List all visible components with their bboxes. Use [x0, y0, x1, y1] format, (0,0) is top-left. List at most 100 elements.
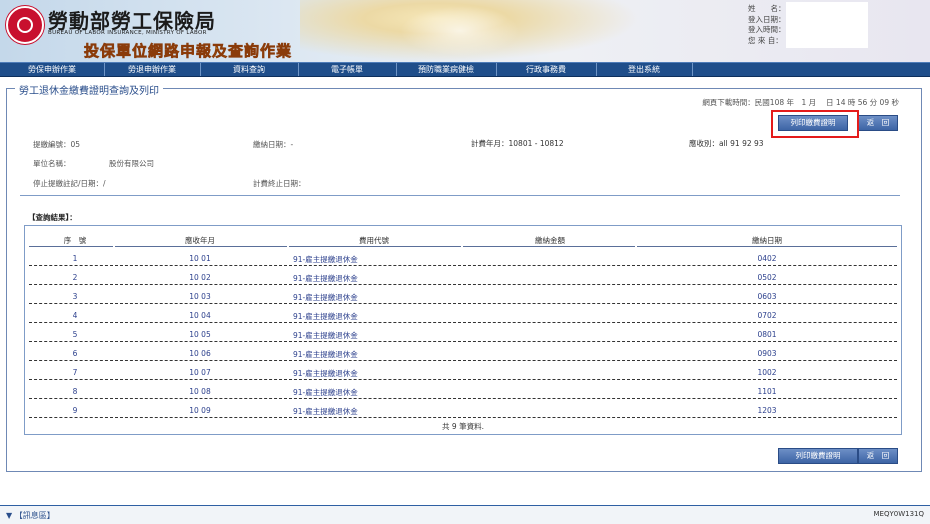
- nav-logout[interactable]: 登出系統: [596, 63, 693, 76]
- row-divider: [637, 284, 897, 285]
- table-row: 8 10 08 91-雇主提繳退休金 1101: [25, 382, 901, 401]
- table-row: 2 10 02 91-雇主提繳退休金 0502: [25, 268, 901, 287]
- header-rule: [115, 246, 287, 247]
- row-divider: [115, 265, 287, 266]
- table-row: 7 10 07 91-雇主提繳退休金 1002: [25, 363, 901, 382]
- table-cell-code: 91-雇主提繳退休金: [293, 274, 358, 283]
- back-button-top[interactable]: 返 回: [858, 115, 898, 131]
- row-divider: [115, 341, 287, 342]
- row-divider: [115, 417, 287, 418]
- table-cell-code: 91-雇主提繳退休金: [293, 331, 358, 340]
- row-divider: [463, 360, 635, 361]
- table-cell-date: 1101: [757, 387, 777, 396]
- row-divider: [289, 417, 461, 418]
- row-divider: [29, 379, 113, 380]
- row-divider: [463, 341, 635, 342]
- print-certificate-button-bottom[interactable]: 列印繳費證明: [778, 448, 858, 464]
- row-divider: [289, 398, 461, 399]
- table-cell-date: 0502: [757, 273, 777, 282]
- row-divider: [463, 322, 635, 323]
- table-row: 6 10 06 91-雇主提繳退休金 0903: [25, 344, 901, 363]
- row-divider: [115, 379, 287, 380]
- row-divider: [115, 360, 287, 361]
- user-info: 姓 名： 登入日期： 登入時間： 您 來 自：: [748, 4, 786, 46]
- table-cell-seq: 9: [72, 406, 78, 415]
- row-divider: [29, 303, 113, 304]
- row-divider: [289, 341, 461, 342]
- message-area-label: 【訊息區】: [14, 511, 55, 520]
- table-cell-seq: 7: [72, 368, 78, 377]
- table-cell-month: 10 09: [189, 406, 211, 415]
- message-area-toggle[interactable]: ▼ 【訊息區】: [6, 510, 55, 521]
- row-divider: [29, 265, 113, 266]
- main-nav: 勞保申辦作業 勞退申辦作業 資料查詢 電子帳單 預防職業病健檢 行政事務費 登出…: [0, 62, 930, 77]
- table-row: 1 10 01 91-雇主提繳退休金 0402: [25, 249, 901, 268]
- row-divider: [29, 341, 113, 342]
- table-cell-seq: 6: [72, 349, 78, 358]
- table-cell-code: 91-雇主提繳退休金: [293, 407, 358, 416]
- table-cell-month: 10 02: [189, 273, 211, 282]
- table-cell-date: 0402: [757, 254, 777, 263]
- row-divider: [289, 303, 461, 304]
- row-divider: [637, 360, 897, 361]
- col-header-month: 應收年月: [185, 236, 215, 245]
- user-info-mask: [786, 2, 868, 48]
- message-bar: ▼ 【訊息區】 MEQY0W131Q: [0, 505, 930, 524]
- row-divider: [463, 417, 635, 418]
- table-cell-code: 91-雇主提繳退休金: [293, 369, 358, 378]
- account-number: 提繳編號：05: [33, 140, 81, 149]
- nav-labor-insurance[interactable]: 勞保申辦作業: [0, 63, 105, 76]
- results-table: 序 號 應收年月 費用代號 繳納金額 繳納日期 1 10 01 91-雇主提繳退休金…: [24, 225, 902, 435]
- nav-admin-fee[interactable]: 行政事務費: [496, 63, 597, 76]
- system-title: 投保單位網路申報及查詢作業: [84, 42, 293, 61]
- row-divider: [463, 398, 635, 399]
- table-row: 4 10 04 91-雇主提繳退休金 0702: [25, 306, 901, 325]
- nav-e-bill[interactable]: 電子帳單: [298, 63, 397, 76]
- nav-health-check[interactable]: 預防職業病健檢: [396, 63, 497, 76]
- header-rule: [29, 246, 113, 247]
- nav-labor-pension[interactable]: 勞退申辦作業: [104, 63, 201, 76]
- back-button-bottom[interactable]: 返 回: [858, 448, 898, 464]
- col-header-fee-code: 費用代號: [359, 236, 389, 245]
- nav-data-query[interactable]: 資料查詢: [200, 63, 299, 76]
- row-divider: [637, 265, 897, 266]
- download-time: 網頁下載時間：民國108 年 1 月 日 14 時 56 分 09 秒: [702, 98, 899, 107]
- table-cell-seq: 2: [72, 273, 78, 282]
- row-divider: [289, 284, 461, 285]
- row-divider: [289, 265, 461, 266]
- row-divider: [29, 322, 113, 323]
- row-divider: [29, 284, 113, 285]
- billing-end-date: 計費終止日期：: [253, 179, 306, 188]
- table-cell-date: 0603: [757, 292, 777, 301]
- unit-name-label: 單位名稱：: [33, 159, 71, 168]
- table-cell-code: 91-雇主提繳退休金: [293, 388, 358, 397]
- col-header-amount: 繳納金額: [535, 236, 565, 245]
- receivable-category: 應收別：all 91 92 93: [689, 139, 764, 148]
- table-cell-month: 10 07: [189, 368, 211, 377]
- row-divider: [637, 322, 897, 323]
- table-row: 3 10 03 91-雇主提繳退休金 0603: [25, 287, 901, 306]
- login-date-label: 登入日期：: [748, 14, 786, 24]
- table-cell-date: 0702: [757, 311, 777, 320]
- header-decoration-cloud: [400, 6, 520, 56]
- table-cell-date: 0801: [757, 330, 777, 339]
- table-cell-seq: 8: [72, 387, 78, 396]
- table-cell-seq: 1: [72, 254, 78, 263]
- row-divider: [115, 398, 287, 399]
- page-title: 勞工退休金繳費證明查詢及列印: [15, 82, 163, 97]
- table-row: 9 10 09 91-雇主提繳退休金 1203: [25, 401, 901, 420]
- login-time-label: 登入時間：: [748, 25, 786, 34]
- row-divider: [637, 303, 897, 304]
- stop-contribution-date: 停止提繳註記/日期：/: [33, 179, 106, 188]
- site-header: 勞動部勞工保險局 BUREAU OF LABOR INSURANCE, MINI…: [0, 0, 930, 62]
- row-divider: [637, 417, 897, 418]
- row-divider: [463, 379, 635, 380]
- record-count: 共 9 筆資料.: [442, 422, 484, 431]
- table-cell-month: 10 06: [189, 349, 211, 358]
- bli-logo-icon: [6, 6, 44, 44]
- table-cell-month: 10 04: [189, 311, 211, 320]
- row-divider: [29, 398, 113, 399]
- org-english-name: BUREAU OF LABOR INSURANCE, MINISTRY OF L…: [48, 30, 207, 36]
- row-divider: [637, 398, 897, 399]
- highlight-frame: [771, 110, 859, 138]
